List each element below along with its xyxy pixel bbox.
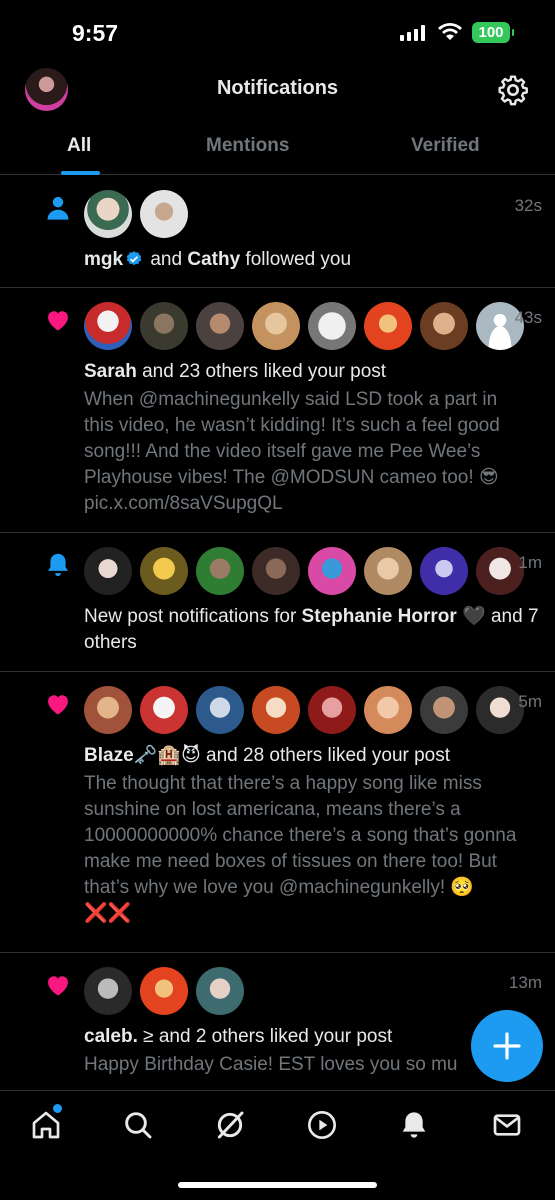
avatar[interactable] <box>84 190 132 238</box>
notification-time: 5m <box>518 692 542 711</box>
notification-time: 32s <box>514 196 542 215</box>
avatar-row <box>84 686 539 734</box>
notification-item[interactable]: 5m Blaze🗝️🏨😈 and 28 others liked your po… <box>0 672 555 953</box>
headline-action: ≥ and 2 others liked your post <box>137 1026 393 1047</box>
tab-mentions[interactable]: Mentions <box>206 135 289 157</box>
cellular-signal-icon <box>400 25 425 41</box>
status-time: 9:57 <box>72 20 119 46</box>
avatar[interactable] <box>140 302 188 350</box>
avatar[interactable] <box>364 547 412 595</box>
tab-all[interactable]: All <box>67 135 91 157</box>
search-icon[interactable] <box>122 1109 154 1141</box>
gear-icon[interactable] <box>497 74 529 106</box>
user-name[interactable]: mgk <box>84 249 123 270</box>
heart-icon <box>48 311 68 331</box>
user-name[interactable]: Stephanie Horror <box>302 606 457 627</box>
plus-icon <box>493 1032 521 1060</box>
avatar-row <box>84 967 539 1015</box>
avatar[interactable] <box>420 302 468 350</box>
post-preview[interactable]: The thought that there’s a happy song li… <box>84 771 539 927</box>
avatar[interactable] <box>252 302 300 350</box>
avatar-row <box>84 302 539 350</box>
avatar[interactable] <box>84 686 132 734</box>
notification-item[interactable]: 1m New post notifications for Stephanie … <box>0 533 555 672</box>
avatar[interactable] <box>420 547 468 595</box>
notification-headline: Sarah and 23 others liked your post <box>84 359 539 385</box>
verified-badge-icon <box>126 251 142 266</box>
heart-icon <box>48 976 68 996</box>
heart-icon <box>48 695 68 715</box>
notification-tabs: All Mentions Verified <box>0 118 555 175</box>
avatar[interactable] <box>84 302 132 350</box>
wifi-icon <box>438 23 462 40</box>
notification-time: 43s <box>514 308 542 327</box>
page-title: Notifications <box>216 77 339 99</box>
avatar-row <box>84 547 539 595</box>
headline-action: followed you <box>240 249 352 270</box>
notification-time: 1m <box>518 553 542 572</box>
user-name[interactable]: Sarah <box>84 361 137 382</box>
post-preview[interactable]: When @machinegunkelly said LSD took a pa… <box>84 387 539 517</box>
notification-time: 13m <box>508 973 542 992</box>
user-name[interactable]: caleb. <box>84 1026 138 1047</box>
grok-icon[interactable] <box>214 1109 246 1141</box>
headline-connector: and <box>145 249 188 270</box>
notification-item[interactable]: 32s mgk and Cathy followed you <box>0 176 555 288</box>
avatar[interactable] <box>196 547 244 595</box>
tab-verified[interactable]: Verified <box>411 135 480 157</box>
avatar[interactable] <box>84 967 132 1015</box>
compose-button[interactable] <box>471 1010 543 1082</box>
avatar[interactable] <box>196 302 244 350</box>
avatar[interactable] <box>308 686 356 734</box>
avatar[interactable] <box>308 547 356 595</box>
bell-icon <box>48 553 68 577</box>
video-play-icon[interactable] <box>306 1109 338 1141</box>
notification-headline: Blaze🗝️🏨😈 and 28 others liked your post <box>84 743 539 769</box>
home-indicator <box>178 1182 377 1188</box>
top-bar: Notifications <box>0 62 555 118</box>
bell-icon[interactable] <box>398 1109 430 1141</box>
new-content-dot <box>53 1104 62 1113</box>
avatar[interactable] <box>476 686 524 734</box>
avatar-row <box>84 190 539 238</box>
person-icon <box>47 196 69 220</box>
notifications-feed[interactable]: 32s mgk and Cathy followed you 43s Sarah… <box>0 176 555 1090</box>
avatar[interactable] <box>476 547 524 595</box>
home-icon[interactable] <box>30 1109 62 1141</box>
user-name[interactable]: Blaze🗝️🏨😈 <box>84 745 201 766</box>
mail-icon[interactable] <box>491 1109 523 1141</box>
avatar[interactable] <box>252 547 300 595</box>
avatar[interactable] <box>196 967 244 1015</box>
notification-headline: mgk and Cathy followed you <box>84 247 539 273</box>
notification-item[interactable]: 43s Sarah and 23 others liked your post … <box>0 288 555 533</box>
active-tab-indicator <box>61 171 100 175</box>
status-bar: 9:57 100 <box>0 0 555 62</box>
notification-headline: New post notifications for Stephanie Hor… <box>84 604 539 656</box>
avatar[interactable] <box>420 686 468 734</box>
avatar[interactable] <box>364 302 412 350</box>
headline-action: and 28 others liked your post <box>200 745 451 766</box>
avatar[interactable] <box>140 967 188 1015</box>
avatar[interactable] <box>308 302 356 350</box>
user-name[interactable]: Cathy <box>187 249 240 270</box>
headline-action: and 23 others liked your post <box>136 361 387 382</box>
headline-prefix: New post notifications for <box>84 606 302 627</box>
battery-indicator: 100 <box>472 22 514 43</box>
avatar[interactable] <box>140 686 188 734</box>
avatar[interactable] <box>140 547 188 595</box>
avatar[interactable] <box>140 190 188 238</box>
avatar[interactable] <box>252 686 300 734</box>
avatar[interactable] <box>84 547 132 595</box>
avatar[interactable] <box>364 686 412 734</box>
avatar[interactable] <box>196 686 244 734</box>
